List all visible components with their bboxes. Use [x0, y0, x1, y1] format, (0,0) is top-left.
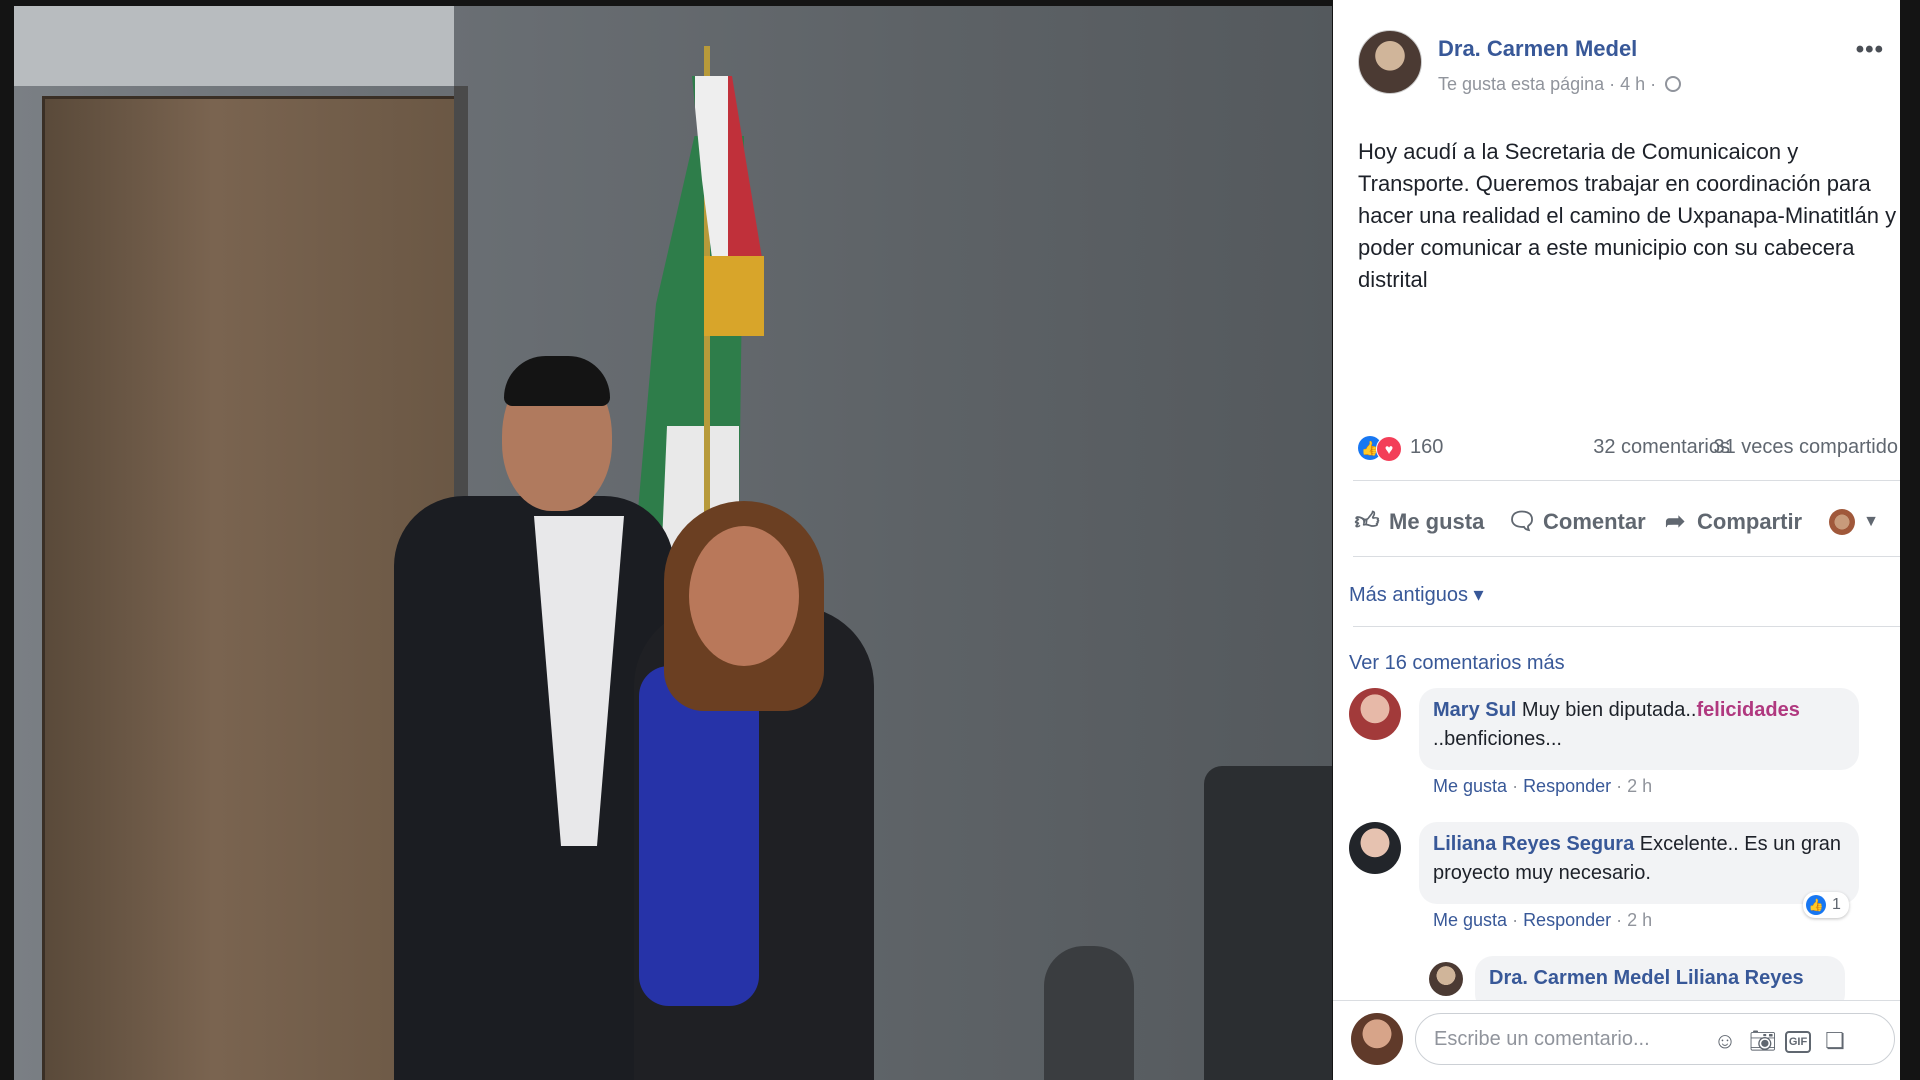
comment-actions: Me gusta · Responder · 2 h [1433, 776, 1652, 797]
woman-blouse [639, 666, 759, 1006]
comment-reply-link[interactable]: Responder [1523, 910, 1611, 930]
office-chair [1204, 766, 1332, 1080]
separator: · [1616, 910, 1628, 930]
comment-composer: ☺ 📷︎ GIF ❏ [1333, 1000, 1920, 1080]
page-avatar[interactable] [1358, 30, 1422, 94]
emoji-icon[interactable]: ☺ [1711, 1027, 1739, 1055]
like-button[interactable]: 👍︎ Me gusta [1353, 506, 1484, 538]
comment-author-link[interactable]: Mary Sul [1433, 699, 1516, 721]
post-photo[interactable] [14, 6, 1332, 1080]
comment-author-link[interactable]: Liliana Reyes Segura [1433, 833, 1634, 855]
divider [1353, 626, 1901, 627]
reactions-count[interactable]: 160 [1410, 436, 1443, 459]
love-reaction-icon[interactable]: ♥ [1376, 436, 1402, 462]
reply-item: Dra. Carmen Medel Liliana Reyes [1429, 956, 1920, 1000]
office-chair-back [1044, 946, 1134, 1080]
comment-reply-link[interactable]: Responder [1523, 776, 1611, 796]
comment-sort-dropdown[interactable]: Más antiguos ▾ [1349, 582, 1484, 607]
post-meta: Te gusta esta página · 4 h · [1438, 74, 1682, 95]
post-text: Hoy acudí a la Secretaria de Comunicaico… [1358, 139, 1897, 292]
view-more-comments-link[interactable]: Ver 16 comentarios más [1349, 652, 1565, 675]
post-as-selector[interactable]: ▼ [1829, 506, 1879, 538]
man-hair [504, 356, 610, 406]
post-meta-text: Te gusta esta página · 4 h · [1438, 74, 1657, 94]
comment-text-cont: ..benficiones... [1433, 728, 1562, 750]
separator: · [1616, 776, 1628, 796]
comment-reactions-count: 1 [1832, 896, 1841, 913]
flag-fringe [704, 256, 764, 336]
comment-button[interactable]: 🗨︎ Comentar [1507, 506, 1646, 538]
my-avatar[interactable] [1351, 1013, 1403, 1065]
globe-icon [1665, 76, 1682, 92]
reply-author-avatar[interactable] [1429, 962, 1463, 996]
comment-icon: 🗨︎ [1507, 508, 1538, 535]
man-figure [394, 496, 674, 1080]
comment-highlight: felicidades [1696, 699, 1800, 721]
camera-icon[interactable]: 📷︎ [1749, 1027, 1777, 1055]
woman-face [689, 526, 799, 666]
share-button-label: Compartir [1697, 509, 1803, 534]
gif-icon[interactable]: GIF [1785, 1031, 1811, 1053]
thumbs-up-icon: 👍︎ [1354, 508, 1380, 535]
shares-count-link[interactable]: 31 veces compartido [1713, 436, 1898, 459]
comment-reactions-badge[interactable]: 👍 1 [1803, 892, 1849, 918]
comment-time[interactable]: 2 h [1627, 776, 1652, 796]
separator: · [1512, 776, 1524, 796]
comment-time[interactable]: 2 h [1627, 910, 1652, 930]
reply-mention-link[interactable]: Liliana Reyes [1676, 967, 1804, 989]
post-sidebar: Dra. Carmen Medel Te gusta esta página ·… [1333, 0, 1920, 1080]
share-button[interactable]: ➦ Compartir [1661, 506, 1802, 538]
divider [1353, 480, 1901, 481]
comment-text: Muy bien diputada.. [1521, 699, 1697, 721]
comment-bubble: Mary Sul Muy bien diputada..felicidades … [1419, 688, 1859, 770]
divider [1353, 556, 1901, 557]
comment-like-link[interactable]: Me gusta [1433, 776, 1507, 796]
comment-bubble: Liliana Reyes Segura Excelente.. Es un g… [1419, 822, 1859, 904]
sticker-icon[interactable]: ❏ [1821, 1027, 1849, 1055]
like-reaction-icon: 👍 [1806, 895, 1826, 915]
wall [14, 6, 454, 86]
reply-bubble: Dra. Carmen Medel Liliana Reyes [1475, 956, 1845, 1000]
chevron-down-icon: ▼ [1863, 513, 1879, 530]
like-button-label: Me gusta [1389, 509, 1485, 534]
comments-count-link[interactable]: 32 comentarios [1593, 436, 1730, 459]
comment-button-label: Comentar [1543, 509, 1646, 534]
comment-like-link[interactable]: Me gusta [1433, 910, 1507, 930]
post-stats: 👍 ♥ 160 32 comentarios 31 veces comparti… [1358, 434, 1898, 464]
post-header: Dra. Carmen Medel Te gusta esta página ·… [1358, 30, 1898, 100]
comment-item: Mary Sul Muy bien diputada..felicidades … [1349, 688, 1869, 798]
commenter-avatar[interactable] [1349, 688, 1401, 740]
post-actions: 👍︎ Me gusta 🗨︎ Comentar ➦ Compartir ▼ [1353, 500, 1901, 544]
page-name-link[interactable]: Dra. Carmen Medel [1438, 36, 1637, 62]
mini-avatar [1829, 509, 1855, 535]
screen-edge [1900, 0, 1920, 1080]
commenter-avatar[interactable] [1349, 822, 1401, 874]
more-options-icon[interactable]: ••• [1856, 36, 1884, 64]
separator: · [1512, 910, 1524, 930]
reply-author-link[interactable]: Dra. Carmen Medel [1489, 967, 1670, 989]
share-icon: ➦ [1664, 508, 1686, 535]
comment-actions: Me gusta · Responder · 2 h [1433, 910, 1652, 931]
comment-item: Liliana Reyes Segura Excelente.. Es un g… [1349, 822, 1869, 932]
